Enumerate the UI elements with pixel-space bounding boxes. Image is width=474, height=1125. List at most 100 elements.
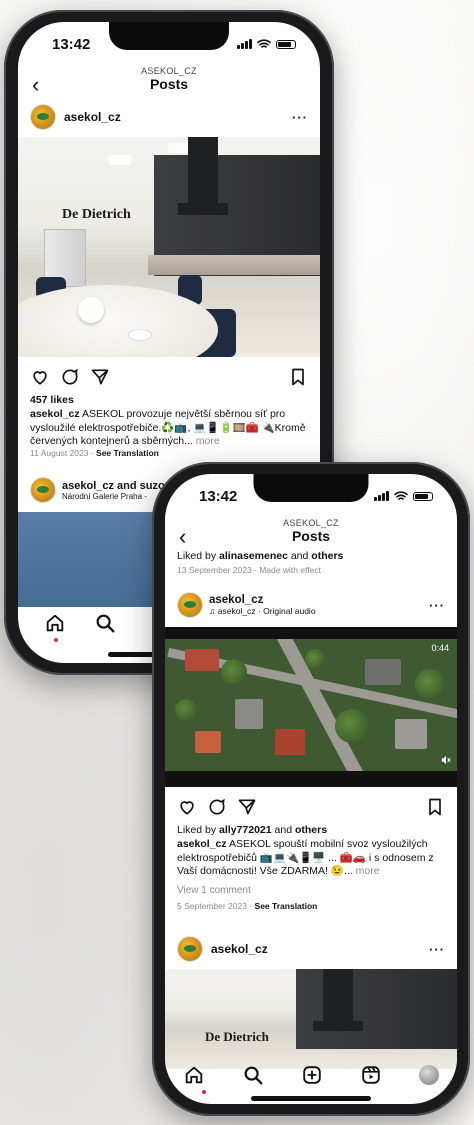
notch [109, 22, 229, 50]
liked-by-and: and [287, 550, 312, 562]
home-notification-dot [54, 638, 58, 642]
back-arrow-icon[interactable]: ‹ [179, 526, 186, 548]
save-icon[interactable] [425, 797, 445, 817]
status-time: 13:42 [52, 36, 91, 53]
liked-by-user[interactable]: alinasemenec [219, 550, 288, 562]
post-header: asekol_cz ··· [30, 104, 320, 130]
brand-logo: De Dietrich [205, 1029, 269, 1044]
post-username[interactable]: asekol_cz [64, 110, 121, 124]
post-date: 11 August 2023 [30, 448, 89, 458]
search-icon[interactable] [94, 612, 116, 634]
roof [235, 699, 263, 729]
more-link[interactable]: more [356, 865, 380, 877]
ceiling-light [108, 155, 132, 165]
avatar[interactable] [30, 477, 56, 503]
reel-heading: asekol_cz ♫ asekol_cz · Original audio [209, 594, 316, 616]
home-icon[interactable] [44, 612, 66, 634]
kitchen-cabinets [296, 969, 457, 1049]
post-image[interactable]: De Dietrich [18, 137, 320, 357]
search-icon[interactable] [242, 1064, 264, 1086]
plate [128, 329, 152, 341]
post-username[interactable]: asekol_cz [211, 942, 268, 956]
comment-icon[interactable] [60, 367, 80, 387]
heart-icon[interactable] [30, 367, 50, 387]
kitchen-counter [148, 255, 320, 275]
liked-by-prefix: Liked by [177, 550, 220, 562]
battery-icon [276, 39, 296, 49]
liked-by-user[interactable]: ally772021 [219, 824, 272, 836]
mute-icon[interactable] [441, 755, 451, 765]
liked-by-others[interactable]: others [311, 550, 343, 562]
post-caption: asekol_cz ASEKOL provozuje největší sběr… [30, 408, 308, 449]
reels-icon[interactable] [360, 1064, 382, 1086]
post-date: 5 September 2023 [177, 901, 247, 911]
vase [78, 297, 104, 323]
heart-icon[interactable] [177, 797, 197, 817]
prev-post-meta: 13 September 2023 · Made with effect [177, 565, 321, 575]
liked-by-others[interactable]: others [295, 824, 327, 836]
range-hood-base [313, 1021, 363, 1031]
see-translation-link[interactable]: See Translation [96, 448, 159, 458]
brand-logo: De Dietrich [62, 207, 131, 222]
roof [365, 659, 401, 685]
roof [185, 649, 219, 671]
create-post-icon[interactable] [301, 1064, 323, 1086]
save-icon[interactable] [288, 367, 308, 387]
video-timer: 0:44 [431, 643, 449, 653]
status-time: 13:42 [199, 488, 238, 505]
more-options-icon[interactable]: ··· [292, 110, 308, 125]
tree [221, 659, 247, 685]
top-nav: ‹ ASEKOL_CZ Posts [165, 518, 457, 548]
tree [335, 709, 369, 743]
view-comments-link[interactable]: View 1 comment [177, 884, 445, 897]
reel-audio[interactable]: ♫ asekol_cz · Original audio [209, 606, 316, 616]
reel-caption: asekol_cz ASEKOL spouští mobilní svoz vy… [177, 838, 445, 879]
more-link[interactable]: more [196, 435, 220, 447]
front-phone: 13:42 ‹ ASEKOL_CZ Posts Liked by alinase… [152, 462, 470, 1116]
reel-likes: Liked by ally772021 and others [177, 824, 445, 838]
wifi-icon [394, 491, 408, 500]
range-hood [188, 137, 218, 207]
tree [305, 649, 325, 669]
reel-video[interactable]: 0:44 [165, 639, 457, 771]
prev-post-likes: Liked by alinasemenec and others [177, 550, 445, 564]
music-note-icon: ♫ [209, 606, 218, 616]
more-options-icon[interactable]: ··· [429, 598, 445, 613]
profile-avatar[interactable] [418, 1065, 439, 1085]
post-actions [30, 367, 308, 387]
share-icon[interactable] [237, 797, 257, 817]
roof [195, 731, 221, 753]
tree [175, 699, 197, 721]
likes-count[interactable]: 457 likes [30, 394, 308, 408]
caption-username[interactable]: asekol_cz [30, 408, 80, 420]
caption-username[interactable]: asekol_cz [177, 838, 227, 850]
share-icon[interactable] [90, 367, 110, 387]
signal-icon [237, 39, 252, 49]
post-meta: 11 August 2023 · See Translation [30, 448, 159, 458]
nav-title: Posts [149, 76, 189, 92]
back-arrow-icon[interactable]: ‹ [32, 74, 39, 96]
status-icons [237, 39, 296, 49]
next-post-header: asekol_cz ··· [177, 936, 457, 962]
top-nav: ‹ ASEKOL_CZ Posts [18, 66, 320, 96]
more-options-icon[interactable]: ··· [429, 942, 445, 957]
reel-meta: 5 September 2023 · See Translation [177, 901, 318, 911]
avatar[interactable] [177, 936, 203, 962]
status-icons [374, 491, 433, 501]
see-translation-link[interactable]: See Translation [255, 901, 318, 911]
comment-icon[interactable] [207, 797, 227, 817]
reel-audio-label: asekol_cz · Original audio [217, 606, 316, 616]
avatar[interactable] [177, 592, 203, 618]
tree [415, 669, 445, 699]
nav-subtitle: ASEKOL_CZ [141, 66, 197, 76]
battery-icon [413, 491, 433, 501]
roof [275, 729, 305, 755]
reel-username[interactable]: asekol_cz [209, 594, 316, 606]
notch [253, 474, 369, 502]
next-post-image[interactable]: De Dietrich [165, 969, 457, 1069]
avatar[interactable] [30, 104, 56, 130]
bottom-tab-bar [165, 1064, 457, 1086]
liked-by-and: and [271, 824, 295, 836]
home-indicator[interactable] [251, 1096, 371, 1101]
home-icon[interactable] [183, 1064, 205, 1086]
